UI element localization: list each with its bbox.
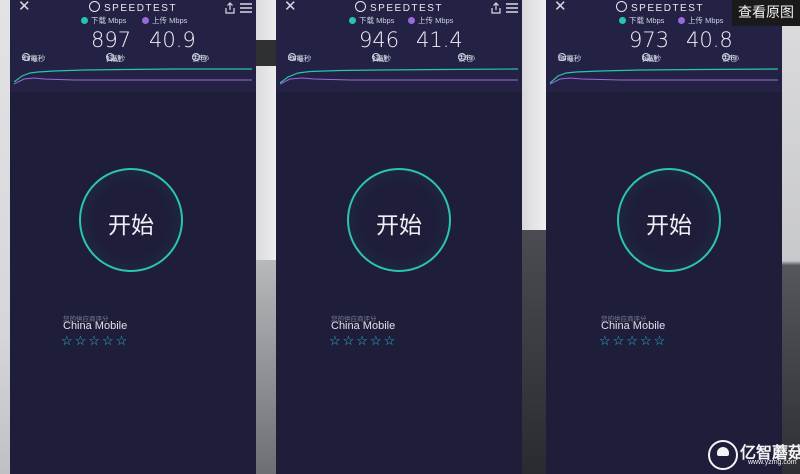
download-value: 973 [629, 28, 670, 52]
provider-name: China Mobile [63, 320, 128, 332]
speed-graph [280, 68, 518, 85]
speedtest-panel-3: ✕ SPEEDTEST 下载 Mbps 上传 Mbps 973 40.8 Pin… [546, 0, 782, 474]
download-label: 下载 Mbps [81, 15, 126, 26]
background-left [0, 0, 10, 474]
speedtest-panel-2: ✕ SPEEDTEST 下载 Mbps 上传 Mbps 946 41.4 Pin… [276, 0, 522, 474]
loss-value: 0.0% [458, 53, 476, 62]
upload-label: 上传 Mbps [678, 15, 723, 26]
menu-icon[interactable] [506, 3, 518, 13]
app-brand: SPEEDTEST [276, 1, 522, 14]
ping-value: 41毫秒 [22, 54, 46, 63]
speedtest-logo-icon [89, 1, 101, 12]
background-gap-2 [522, 0, 546, 474]
ping-value: 48毫秒 [288, 54, 312, 63]
jitter-value: 0毫秒 [642, 54, 662, 63]
start-button[interactable]: 开始 [347, 168, 451, 272]
mushroom-logo-icon [708, 440, 738, 470]
start-button[interactable]: 开始 [617, 168, 721, 272]
rating-stars[interactable]: ☆☆☆☆☆ [599, 333, 667, 349]
upload-label: 上传 Mbps [408, 15, 453, 26]
start-button[interactable]: 开始 [79, 168, 183, 272]
upload-value: 40.9 [149, 28, 196, 52]
download-value: 946 [359, 28, 400, 52]
rating-stars[interactable]: ☆☆☆☆☆ [329, 333, 397, 349]
rating-stars[interactable]: ☆☆☆☆☆ [61, 333, 129, 349]
upload-value: 40.8 [686, 28, 733, 52]
upload-value: 41.4 [416, 28, 463, 52]
speedtest-panel-1: ✕ SPEEDTEST 下载 Mbps 上传 Mbps 897 40.9 Pin… [10, 0, 256, 474]
jitter-value: 1毫秒 [372, 54, 392, 63]
background-right [782, 0, 800, 474]
speedtest-logo-icon [355, 1, 367, 12]
loss-value: 0.0% [192, 53, 210, 62]
menu-icon[interactable] [240, 3, 252, 13]
share-icon[interactable] [224, 2, 236, 14]
speed-graph [550, 68, 778, 85]
download-value: 897 [91, 28, 132, 52]
jitter-value: 1毫秒 [106, 54, 126, 63]
download-label: 下载 Mbps [349, 15, 394, 26]
provider-name: China Mobile [601, 320, 666, 332]
view-original-button[interactable]: 查看原图 [732, 0, 800, 26]
ping-value: 50毫秒 [558, 54, 582, 63]
speed-graph [14, 68, 252, 85]
loss-value: 0.0% [722, 53, 740, 62]
background-gap-1 [256, 0, 276, 474]
share-icon[interactable] [490, 2, 502, 14]
upload-label: 上传 Mbps [142, 15, 187, 26]
download-label: 下载 Mbps [619, 15, 664, 26]
app-brand: SPEEDTEST [10, 1, 256, 14]
provider-name: China Mobile [331, 320, 396, 332]
speedtest-logo-icon [616, 1, 628, 12]
